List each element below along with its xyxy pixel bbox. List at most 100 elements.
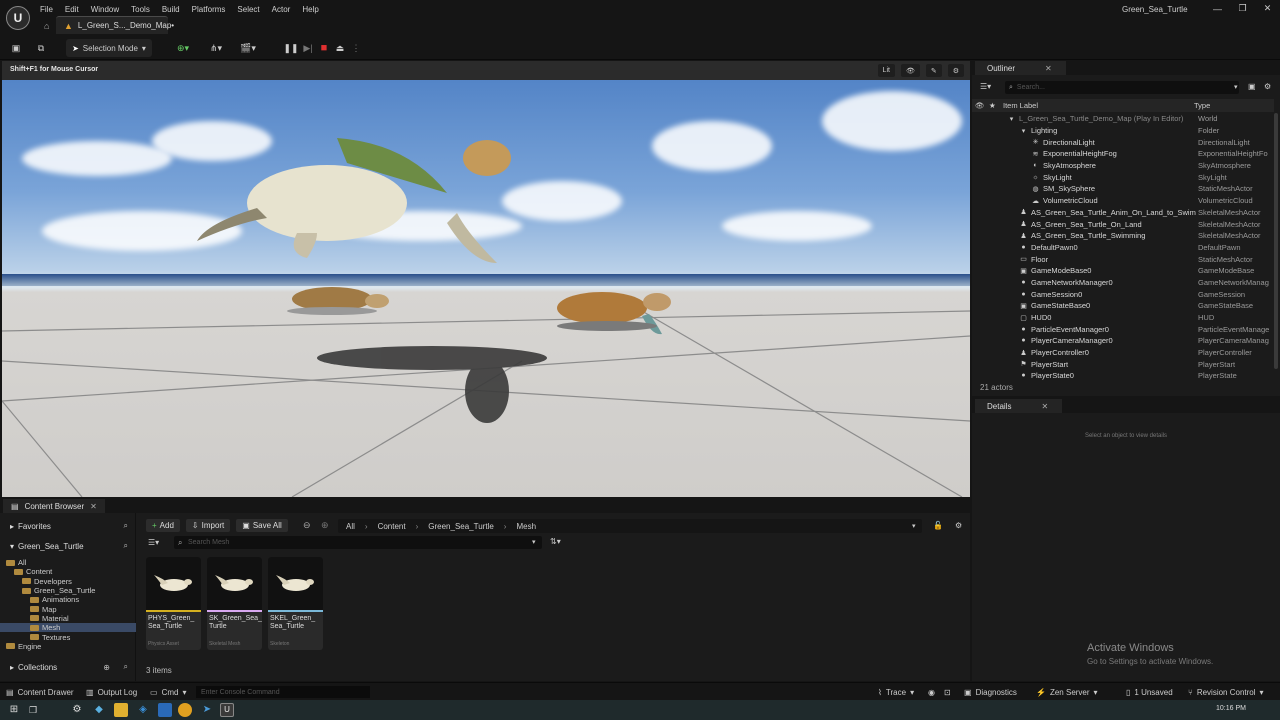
- camera-icon[interactable]: ⊡: [944, 683, 951, 701]
- blueprint-icon[interactable]: ⋔▾: [204, 39, 228, 57]
- close-window-button[interactable]: ✕: [1255, 3, 1280, 14]
- crumb-green-sea-turtle[interactable]: Green_Sea_Turtle: [428, 522, 494, 531]
- lit-view-mode-button[interactable]: Lit: [877, 64, 895, 77]
- save-all-button[interactable]: ▣ Save All: [236, 519, 288, 532]
- outliner-row[interactable]: ✳ DirectionalLight DirectionalLight: [972, 136, 1274, 148]
- unsaved-button[interactable]: ▯ 1 Unsaved: [1126, 683, 1173, 701]
- outliner-settings-icon[interactable]: ⚙: [1264, 82, 1271, 91]
- menu-tools[interactable]: Tools: [125, 5, 156, 14]
- folder-tree-item[interactable]: Green_Sea_Turtle: [0, 586, 136, 595]
- collections-section[interactable]: ▸ Collections ⊕ ⌕: [0, 658, 136, 676]
- diagnostics-button[interactable]: ▣ Diagnostics: [964, 683, 1017, 701]
- snap-icon[interactable]: ✎: [925, 64, 942, 77]
- menu-edit[interactable]: Edit: [59, 5, 85, 14]
- cmd-dropdown[interactable]: ▭ Cmd ▾: [150, 683, 186, 701]
- step-icon[interactable]: ▶|: [302, 39, 314, 57]
- crumb-content[interactable]: Content: [378, 522, 406, 531]
- selection-mode-dropdown[interactable]: ➤ Selection Mode ▾: [66, 39, 152, 57]
- outliner-row[interactable]: ☁ VolumetricCloud VolumetricCloud: [972, 195, 1274, 207]
- outliner-row[interactable]: ▢ HUD0 HUD: [972, 312, 1274, 324]
- level-viewport[interactable]: Shift+F1 for Mouse Cursor Lit 👁 ✎ ⚙: [2, 61, 970, 497]
- chevron-down-icon[interactable]: ▾: [912, 522, 916, 530]
- outliner-row[interactable]: ♟ AS_Green_Sea_Turtle_On_Land SkeletalMesh…: [972, 218, 1274, 230]
- tab-outliner[interactable]: Outliner ✕: [975, 61, 1066, 75]
- outliner-row[interactable]: ☼ SkyLight SkyLight: [972, 171, 1274, 183]
- outliner-row[interactable]: ⚑ PlayerStart PlayerStart: [972, 358, 1274, 370]
- filter-icon[interactable]: ☰▾: [980, 82, 991, 91]
- unreal-logo-icon[interactable]: U: [6, 6, 30, 30]
- stop-icon[interactable]: ■: [318, 39, 330, 57]
- outliner-row[interactable]: ♟ AS_Green_Sea_Turtle_Anim_On_Land_to_Swi…: [972, 207, 1274, 219]
- more-options-icon[interactable]: ⋮: [352, 39, 361, 57]
- trace-dropdown[interactable]: ⌇ Trace ▾: [878, 683, 914, 701]
- folder-tree-item[interactable]: All: [0, 558, 136, 567]
- close-icon[interactable]: ✕: [90, 502, 97, 511]
- cinematics-icon[interactable]: 🎬▾: [236, 39, 260, 57]
- outliner-scrollbar[interactable]: [1274, 113, 1278, 369]
- menu-help[interactable]: Help: [296, 5, 324, 14]
- col-type[interactable]: Type: [1194, 101, 1210, 110]
- tab-details[interactable]: Details ✕: [975, 399, 1063, 413]
- unreal-taskbar-icon[interactable]: U: [220, 703, 234, 717]
- outliner-row[interactable]: ● GameSession0 GameSession: [972, 288, 1274, 300]
- app-icon[interactable]: ◆: [92, 703, 106, 717]
- maximize-button[interactable]: ❐: [1230, 3, 1255, 14]
- outliner-row[interactable]: ▾ L_Green_Sea_Turtle_Demo_Map (Play In Ed…: [972, 113, 1274, 125]
- history-back-icon[interactable]: ⊖: [303, 520, 311, 531]
- outliner-row[interactable]: ● ParticleEventManager0 ParticleEventManag…: [972, 323, 1274, 335]
- asset-search-input[interactable]: Search Mesh: [174, 536, 542, 549]
- taskview-icon[interactable]: ❐: [26, 703, 40, 717]
- output-log-button[interactable]: ▥ Output Log: [86, 683, 137, 701]
- menu-window[interactable]: Window: [85, 5, 125, 14]
- asset-tile[interactable]: SKEL_Green_ Sea_Turtle Skeleton: [268, 557, 323, 650]
- tab-content-browser[interactable]: ▤ Content Browser ✕: [3, 499, 105, 513]
- close-icon[interactable]: ✕: [1041, 402, 1048, 411]
- outliner-row[interactable]: ◐ SkyAtmosphere SkyAtmosphere: [972, 160, 1274, 172]
- project-section[interactable]: ▾ Green_Sea_Turtle ⌕: [0, 537, 136, 555]
- file-explorer-icon[interactable]: [114, 703, 128, 717]
- content-icon[interactable]: ⧉: [33, 39, 49, 57]
- outliner-row[interactable]: ♟ PlayerController0 PlayerController: [972, 347, 1274, 359]
- outliner-row[interactable]: ◍ SM_SkySphere StaticMeshActor: [972, 183, 1274, 195]
- folder-tree-item[interactable]: Content: [0, 567, 136, 576]
- outliner-row[interactable]: ▣ GameModeBase0 GameModeBase: [972, 265, 1274, 277]
- folder-tree-item[interactable]: Developers: [0, 577, 136, 586]
- app-icon[interactable]: [158, 703, 172, 717]
- viewport-settings-icon[interactable]: ⚙: [947, 64, 964, 77]
- folder-tree-item[interactable]: Animations: [0, 595, 136, 604]
- chevron-down-icon[interactable]: ▾: [1234, 83, 1238, 91]
- crumb-mesh[interactable]: Mesh: [516, 522, 536, 531]
- menu-platforms[interactable]: Platforms: [186, 5, 232, 14]
- asset-tile[interactable]: PHYS_Green_ Sea_Turtle Physics Asset: [146, 557, 201, 650]
- menu-select[interactable]: Select: [231, 5, 265, 14]
- crumb-all[interactable]: All: [346, 522, 355, 531]
- console-input[interactable]: Enter Console Command: [196, 686, 370, 698]
- home-icon[interactable]: ⌂: [44, 21, 49, 31]
- outliner-row[interactable]: ▭ Floor StaticMeshActor: [972, 253, 1274, 265]
- chevron-down-icon[interactable]: ▾: [532, 538, 536, 546]
- app-icon[interactable]: ◈: [136, 703, 150, 717]
- outliner-row[interactable]: ● PlayerState0 PlayerState: [972, 370, 1274, 382]
- outliner-row[interactable]: ▣ GameStateBase0 GameStateBase: [972, 300, 1274, 312]
- folder-tree-item[interactable]: Engine: [0, 642, 136, 651]
- search-icon[interactable]: ⌕: [124, 541, 128, 551]
- outliner-search-input[interactable]: ⌕ Search...: [1005, 81, 1239, 94]
- folder-tree-item[interactable]: Material: [0, 614, 136, 623]
- chrome-icon[interactable]: [178, 703, 192, 717]
- outliner-row[interactable]: ● GameNetworkManager0 GameNetworkManag: [972, 277, 1274, 289]
- search-icon[interactable]: ⌕: [124, 521, 128, 531]
- show-eye-icon[interactable]: 👁: [900, 64, 920, 77]
- add-actor-icon[interactable]: ⊕▾: [172, 39, 194, 57]
- menu-file[interactable]: File: [34, 5, 59, 14]
- outliner-row[interactable]: ♟ AS_Green_Sea_Turtle_Swimming SkeletalMes…: [972, 230, 1274, 242]
- favorites-section[interactable]: ▸ Favorites ⌕: [0, 517, 136, 535]
- col-item-label[interactable]: Item Label: [1003, 101, 1038, 110]
- history-forward-icon[interactable]: ⊕: [321, 520, 329, 531]
- record-icon[interactable]: ◉: [928, 683, 935, 701]
- save-icon[interactable]: ▣: [9, 39, 23, 57]
- outliner-row[interactable]: ● PlayerCameraManager0 PlayerCameraManag: [972, 335, 1274, 347]
- lock-icon[interactable]: 🔓: [933, 521, 943, 530]
- settings-icon[interactable]: ⚙: [955, 521, 962, 530]
- outliner-row[interactable]: ● DefaultPawn0 DefaultPawn: [972, 242, 1274, 254]
- asset-tile[interactable]: SK_Green_Sea_ Turtle Skeletal Mesh: [207, 557, 262, 650]
